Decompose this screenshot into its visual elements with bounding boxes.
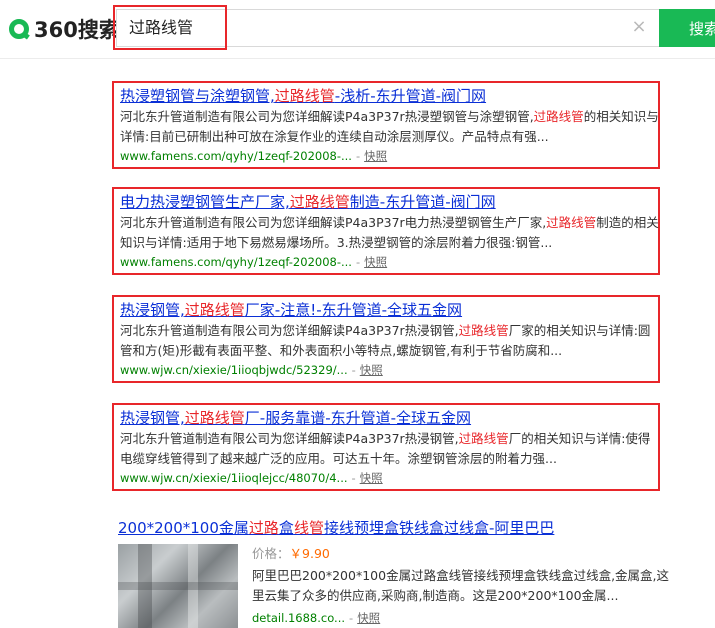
snippet-text: 河北东升管道制造有限公司为您详细解读P4a3P37r热浸钢管, xyxy=(120,323,459,338)
result-url[interactable]: www.wjw.cn/xiexie/1iioqlejcc/48070/4... xyxy=(120,471,348,485)
snippet-text: 河北东升管道制造有限公司为您详细解读P4a3P37r电力热浸塑钢管生产厂家, xyxy=(120,215,547,230)
snapshot-link[interactable]: 快照 xyxy=(360,471,383,485)
separator: - xyxy=(355,149,361,163)
snippet-keyword: 过路线管 xyxy=(458,323,509,338)
snippet-keyword: 过路线管 xyxy=(458,431,509,446)
logo-text: 360搜索 xyxy=(34,18,120,42)
title-text: 制造-东升管道-阀门网 xyxy=(349,193,496,211)
snippet-text: 河北东升管道制造有限公司为您详细解读P4a3P37r热浸钢管, xyxy=(120,431,459,446)
separator: - xyxy=(351,471,356,485)
result-title-link[interactable]: 热浸钢管,过路线管厂-服务靠谱-东升管道-全球五金网 xyxy=(120,407,658,429)
result-url[interactable]: www.famens.com/qyhy/1zeqf-202008-... xyxy=(120,255,352,269)
product-description: 阿里巴巴200*200*100金属过路盒线管接线预埋盒铁线盒过线盒,金属盒,这里… xyxy=(252,568,670,603)
search-result: 热浸塑钢管与涂塑钢管,过路线管-浅析-东升管道-阀门网 河北东升管道制造有限公司… xyxy=(112,81,660,169)
result-meta: www.famens.com/qyhy/1zeqf-202008-... - 快照 xyxy=(120,147,658,165)
result-snippet: 河北东升管道制造有限公司为您详细解读P4a3P37r热浸塑钢管与涂塑钢管,过路线… xyxy=(120,107,660,147)
title-text: 电力热浸塑钢管生产厂家, xyxy=(120,193,290,211)
result-meta: www.wjw.cn/xiexie/1iioqbjwdc/52329/... - 快… xyxy=(120,361,658,379)
result-meta: www.famens.com/qyhy/1zeqf-202008-... - 快照 xyxy=(120,253,658,271)
title-text: 200*200*100金属 xyxy=(118,519,249,537)
image-shade xyxy=(118,582,238,590)
result-snippet: 河北东升管道制造有限公司为您详细解读P4a3P37r热浸钢管,过路线管厂家的相关… xyxy=(120,321,660,361)
clear-icon[interactable]: × xyxy=(630,18,648,36)
result-url[interactable]: detail.1688.co... xyxy=(252,611,345,625)
separator: - xyxy=(349,611,354,625)
snippet-text: 河北东升管道制造有限公司为您详细解读P4a3P37r热浸塑钢管与涂塑钢管, xyxy=(120,109,534,124)
result-url[interactable]: www.famens.com/qyhy/1zeqf-202008-... xyxy=(120,149,352,163)
snippet-keyword: 过路线管 xyxy=(546,215,597,230)
title-text: -浅析-东升管道-阀门网 xyxy=(334,87,487,105)
product-image[interactable] xyxy=(118,544,238,628)
snapshot-link[interactable]: 快照 xyxy=(364,255,387,269)
result-title-link[interactable]: 200*200*100金属过路盒线管接线预埋盒铁线盒过线盒-阿里巴巴 xyxy=(118,517,678,539)
search-result: 热浸钢管,过路线管厂家-注意!-东升管道-全球五金网 河北东升管道制造有限公司为… xyxy=(112,295,660,383)
title-keyword: 过路线管 xyxy=(184,409,245,427)
title-text: 热浸钢管, xyxy=(120,409,185,427)
title-text: 热浸钢管, xyxy=(120,301,185,319)
title-text: 接线预埋盒铁线盒过线盒-阿里巴巴 xyxy=(323,519,555,537)
search-result: 电力热浸塑钢管生产厂家,过路线管制造-东升管道-阀门网 河北东升管道制造有限公司… xyxy=(112,187,660,275)
product-info: 价格：￥9.90 阿里巴巴200*200*100金属过路盒线管接线预埋盒铁线盒过… xyxy=(252,544,678,627)
snapshot-link[interactable]: 快照 xyxy=(364,149,387,163)
search-header: 360搜索 × 搜索 xyxy=(0,0,715,59)
title-keyword: 过路线管 xyxy=(184,301,245,319)
separator: - xyxy=(351,363,356,377)
result-url[interactable]: www.wjw.cn/xiexie/1iioqbjwdc/52329/... xyxy=(120,363,348,377)
title-text: 厂家-注意!-东升管道-全球五金网 xyxy=(244,301,463,319)
snapshot-link[interactable]: 快照 xyxy=(360,363,383,377)
search-button[interactable]: 搜索 xyxy=(659,9,715,47)
search-box: × xyxy=(116,9,660,47)
result-snippet: 河北东升管道制造有限公司为您详细解读P4a3P37r热浸钢管,过路线管厂的相关知… xyxy=(120,429,660,469)
title-keyword: 过路 xyxy=(248,519,279,537)
title-text: 热浸塑钢管与涂塑钢管, xyxy=(120,87,275,105)
snippet-keyword: 过路线管 xyxy=(533,109,584,124)
title-keyword: 线管 xyxy=(293,519,324,537)
search-input[interactable] xyxy=(129,10,529,46)
result-title-link[interactable]: 电力热浸塑钢管生产厂家,过路线管制造-东升管道-阀门网 xyxy=(120,191,658,213)
price-label: 价格： xyxy=(252,546,290,561)
price-row: 价格：￥9.90 xyxy=(252,544,678,564)
price-value: ￥9.90 xyxy=(289,546,330,561)
snapshot-link[interactable]: 快照 xyxy=(357,611,380,625)
title-keyword: 过路线管 xyxy=(274,87,335,105)
alibaba-result: 200*200*100金属过路盒线管接线预埋盒铁线盒过线盒-阿里巴巴 价格：￥9… xyxy=(118,517,678,628)
search-result: 热浸钢管,过路线管厂-服务靠谱-东升管道-全球五金网 河北东升管道制造有限公司为… xyxy=(112,403,660,491)
result-snippet: 河北东升管道制造有限公司为您详细解读P4a3P37r电力热浸塑钢管生产厂家,过路… xyxy=(120,213,660,253)
title-keyword: 过路线管 xyxy=(289,193,350,211)
logo-magnifier-icon xyxy=(9,19,29,39)
title-text: 厂-服务靠谱-东升管道-全球五金网 xyxy=(244,409,472,427)
result-meta: www.wjw.cn/xiexie/1iioqlejcc/48070/4... -… xyxy=(120,469,658,487)
result-meta: detail.1688.co... - 快照 xyxy=(252,609,678,627)
title-text: 盒 xyxy=(278,519,294,537)
logo-360[interactable]: 360搜索 xyxy=(9,13,120,45)
separator: - xyxy=(355,255,361,269)
result-title-link[interactable]: 热浸塑钢管与涂塑钢管,过路线管-浅析-东升管道-阀门网 xyxy=(120,85,658,107)
result-title-link[interactable]: 热浸钢管,过路线管厂家-注意!-东升管道-全球五金网 xyxy=(120,299,658,321)
